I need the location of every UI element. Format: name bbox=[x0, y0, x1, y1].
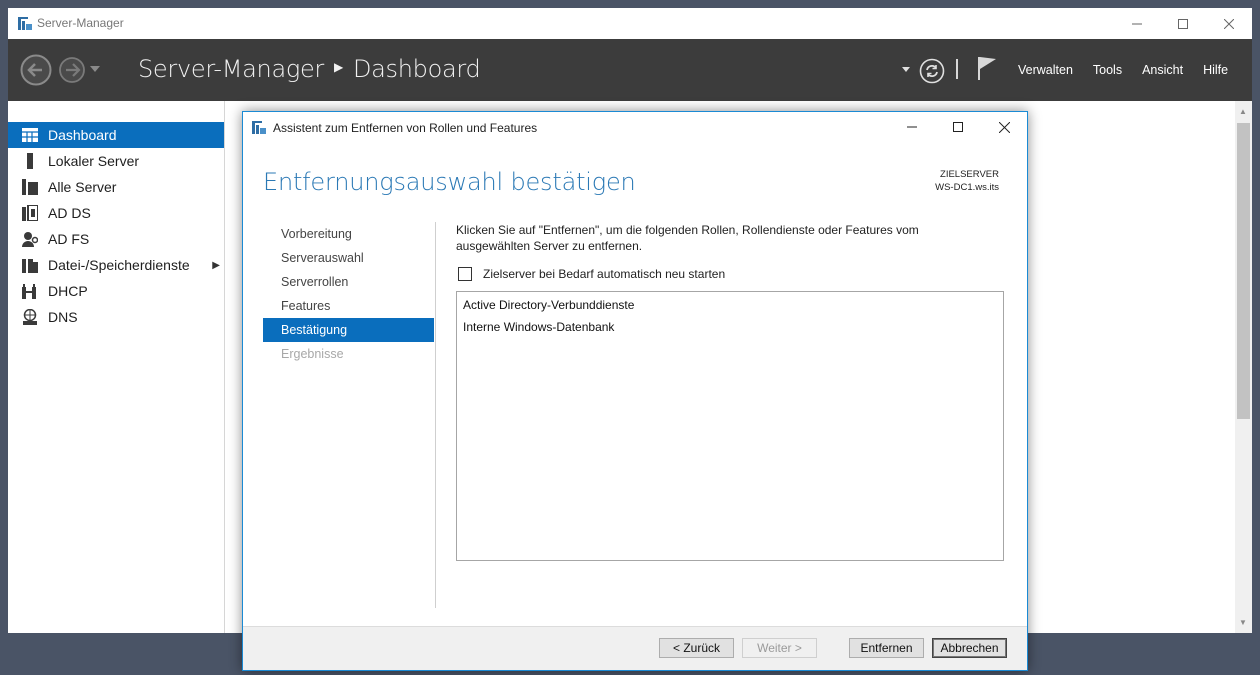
target-server-info: ZIELSERVER WS-DC1.ws.its bbox=[935, 168, 999, 194]
sidebar-item-ad-ds[interactable]: AD DS bbox=[8, 200, 224, 226]
window-titlebar: Server-Manager bbox=[8, 8, 1252, 39]
window-title: Server-Manager bbox=[37, 16, 124, 30]
step-bestaetigung[interactable]: Bestätigung bbox=[263, 318, 434, 342]
target-server-label: ZIELSERVER bbox=[940, 169, 999, 180]
breadcrumb: Server-Manager ▶ Dashboard bbox=[138, 55, 481, 83]
sidebar-item-label: DHCP bbox=[48, 283, 88, 299]
maximize-icon bbox=[1178, 18, 1188, 29]
forward-arrow-icon[interactable] bbox=[56, 54, 88, 86]
steps-divider bbox=[435, 222, 436, 608]
breadcrumb-current: Dashboard bbox=[352, 55, 481, 83]
close-button[interactable] bbox=[1206, 8, 1252, 39]
auto-restart-checkbox[interactable]: Zielserver bei Bedarf automatisch neu st… bbox=[458, 267, 725, 281]
dialog-footer: < Zurück Weiter > Entfernen Abbrechen bbox=[243, 626, 1027, 670]
breadcrumb-root[interactable]: Server-Manager bbox=[138, 55, 324, 83]
vertical-scrollbar[interactable]: ▲ ▼ bbox=[1235, 101, 1252, 633]
header-menu: Verwalten Tools Ansicht Hilfe bbox=[1008, 63, 1238, 77]
breadcrumb-separator-icon: ▶ bbox=[334, 60, 343, 74]
minimize-icon bbox=[907, 126, 917, 128]
scroll-down-icon[interactable]: ▼ bbox=[1239, 618, 1247, 627]
scroll-up-icon[interactable]: ▲ bbox=[1239, 107, 1247, 116]
dns-icon bbox=[22, 309, 38, 325]
sidebar: Dashboard Lokaler Server Alle Server AD … bbox=[8, 101, 225, 633]
step-serverauswahl[interactable]: Serverauswahl bbox=[263, 246, 434, 270]
menu-tools[interactable]: Tools bbox=[1093, 63, 1122, 77]
dialog-title: Assistent zum Entfernen von Rollen und F… bbox=[273, 121, 538, 135]
storage-icon bbox=[22, 257, 38, 273]
history-dropdown-icon[interactable] bbox=[90, 66, 100, 72]
sidebar-item-ad-fs[interactable]: AD FS bbox=[8, 226, 224, 252]
sidebar-item-dashboard[interactable]: Dashboard bbox=[8, 122, 224, 148]
sidebar-item-label: DNS bbox=[48, 309, 78, 325]
dialog-titlebar: Assistent zum Entfernen von Rollen und F… bbox=[243, 112, 1027, 142]
sidebar-item-label: AD DS bbox=[48, 205, 91, 221]
server-manager-app-icon bbox=[18, 17, 32, 30]
back-arrow-icon[interactable] bbox=[20, 54, 52, 86]
header-divider bbox=[956, 59, 958, 79]
back-button[interactable]: < Zurück bbox=[659, 638, 734, 658]
sidebar-item-lokaler-server[interactable]: Lokaler Server bbox=[8, 148, 224, 174]
dialog-minimize-button[interactable] bbox=[889, 112, 935, 142]
sidebar-item-label: Dashboard bbox=[48, 127, 117, 143]
server-icon bbox=[22, 153, 38, 169]
sidebar-item-dns[interactable]: DNS bbox=[8, 304, 224, 330]
menu-hilfe[interactable]: Hilfe bbox=[1203, 63, 1228, 77]
maximize-button[interactable] bbox=[1160, 8, 1206, 39]
sidebar-item-dhcp[interactable]: DHCP bbox=[8, 278, 224, 304]
step-serverrollen[interactable]: Serverrollen bbox=[263, 270, 434, 294]
checkbox-label[interactable]: Zielserver bei Bedarf automatisch neu st… bbox=[483, 267, 725, 281]
header-bar: Server-Manager ▶ Dashboard Verwalten Too… bbox=[8, 39, 1252, 124]
list-item: Active Directory-Verbunddienste bbox=[463, 298, 635, 312]
selection-list[interactable]: Active Directory-Verbunddienste Interne … bbox=[456, 291, 1004, 561]
wizard-steps: Vorbereitung Serverauswahl Serverrollen … bbox=[263, 222, 434, 366]
menu-verwalten[interactable]: Verwalten bbox=[1018, 63, 1073, 77]
dhcp-icon bbox=[22, 283, 38, 299]
minimize-button[interactable] bbox=[1114, 8, 1160, 39]
close-icon bbox=[1224, 18, 1234, 29]
ad-fs-icon bbox=[22, 231, 38, 247]
target-server-value: WS-DC1.ws.its bbox=[935, 182, 999, 193]
remove-roles-wizard-dialog: Assistent zum Entfernen von Rollen und F… bbox=[242, 111, 1028, 671]
sidebar-item-label: Lokaler Server bbox=[48, 153, 140, 169]
sidebar-item-label: AD FS bbox=[48, 231, 90, 247]
scrollbar-thumb[interactable] bbox=[1237, 123, 1250, 419]
remove-button[interactable]: Entfernen bbox=[849, 638, 924, 658]
minimize-icon bbox=[1132, 23, 1142, 24]
sidebar-item-label: Alle Server bbox=[48, 179, 117, 195]
notifications-dropdown-icon[interactable] bbox=[902, 67, 910, 72]
wizard-app-icon bbox=[252, 121, 266, 134]
menu-ansicht[interactable]: Ansicht bbox=[1142, 63, 1183, 77]
maximize-icon bbox=[953, 122, 963, 132]
cancel-button[interactable]: Abbrechen bbox=[932, 638, 1007, 658]
checkbox-box[interactable] bbox=[458, 267, 472, 281]
sidebar-item-datei-speicherdienste[interactable]: Datei-/Speicherdienste ▶ bbox=[8, 252, 224, 278]
confirmation-description: Klicken Sie auf "Entfernen", um die folg… bbox=[456, 223, 919, 253]
refresh-icon[interactable] bbox=[919, 58, 945, 84]
dialog-maximize-button[interactable] bbox=[935, 112, 981, 142]
next-button: Weiter > bbox=[742, 638, 817, 658]
sidebar-item-alle-server[interactable]: Alle Server bbox=[8, 174, 224, 200]
expand-arrow-icon[interactable]: ▶ bbox=[212, 260, 220, 271]
step-vorbereitung[interactable]: Vorbereitung bbox=[263, 222, 434, 246]
dialog-close-button[interactable] bbox=[981, 112, 1027, 142]
dashboard-icon bbox=[22, 127, 38, 143]
step-ergebnisse: Ergebnisse bbox=[281, 347, 344, 361]
step-features[interactable]: Features bbox=[263, 294, 434, 318]
sidebar-item-label: Datei-/Speicherdienste bbox=[48, 257, 190, 273]
ad-ds-icon bbox=[22, 205, 38, 221]
servers-icon bbox=[22, 179, 38, 195]
list-item: Interne Windows-Datenbank bbox=[463, 320, 615, 334]
dialog-heading: Entfernungsauswahl bestätigen bbox=[263, 168, 636, 196]
flag-icon[interactable] bbox=[976, 55, 998, 81]
close-icon bbox=[998, 121, 1010, 133]
